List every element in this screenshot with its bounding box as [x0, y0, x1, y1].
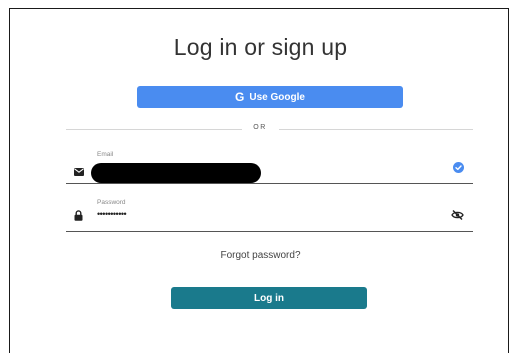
lock-icon — [74, 208, 83, 226]
divider-left — [66, 129, 242, 130]
forgot-password-link[interactable]: Forgot password? — [0, 250, 521, 261]
envelope-icon — [74, 163, 84, 181]
password-value: ••••••••••• — [97, 209, 127, 219]
password-label: Password — [97, 199, 126, 206]
password-field[interactable]: Password ••••••••••• — [66, 194, 473, 232]
eye-slash-icon[interactable] — [451, 207, 464, 225]
log-in-button[interactable]: Log in — [171, 287, 367, 309]
redacted-email-value — [91, 163, 261, 183]
google-icon: G — [235, 90, 245, 104]
page-title: Log in or sign up — [173, 34, 348, 60]
or-divider-text: OR — [253, 124, 267, 131]
divider-right — [279, 129, 473, 130]
check-circle-icon — [453, 160, 464, 178]
email-label: Email — [97, 151, 114, 158]
use-google-button[interactable]: G Use Google — [137, 86, 403, 108]
use-google-label: Use Google — [249, 91, 305, 103]
